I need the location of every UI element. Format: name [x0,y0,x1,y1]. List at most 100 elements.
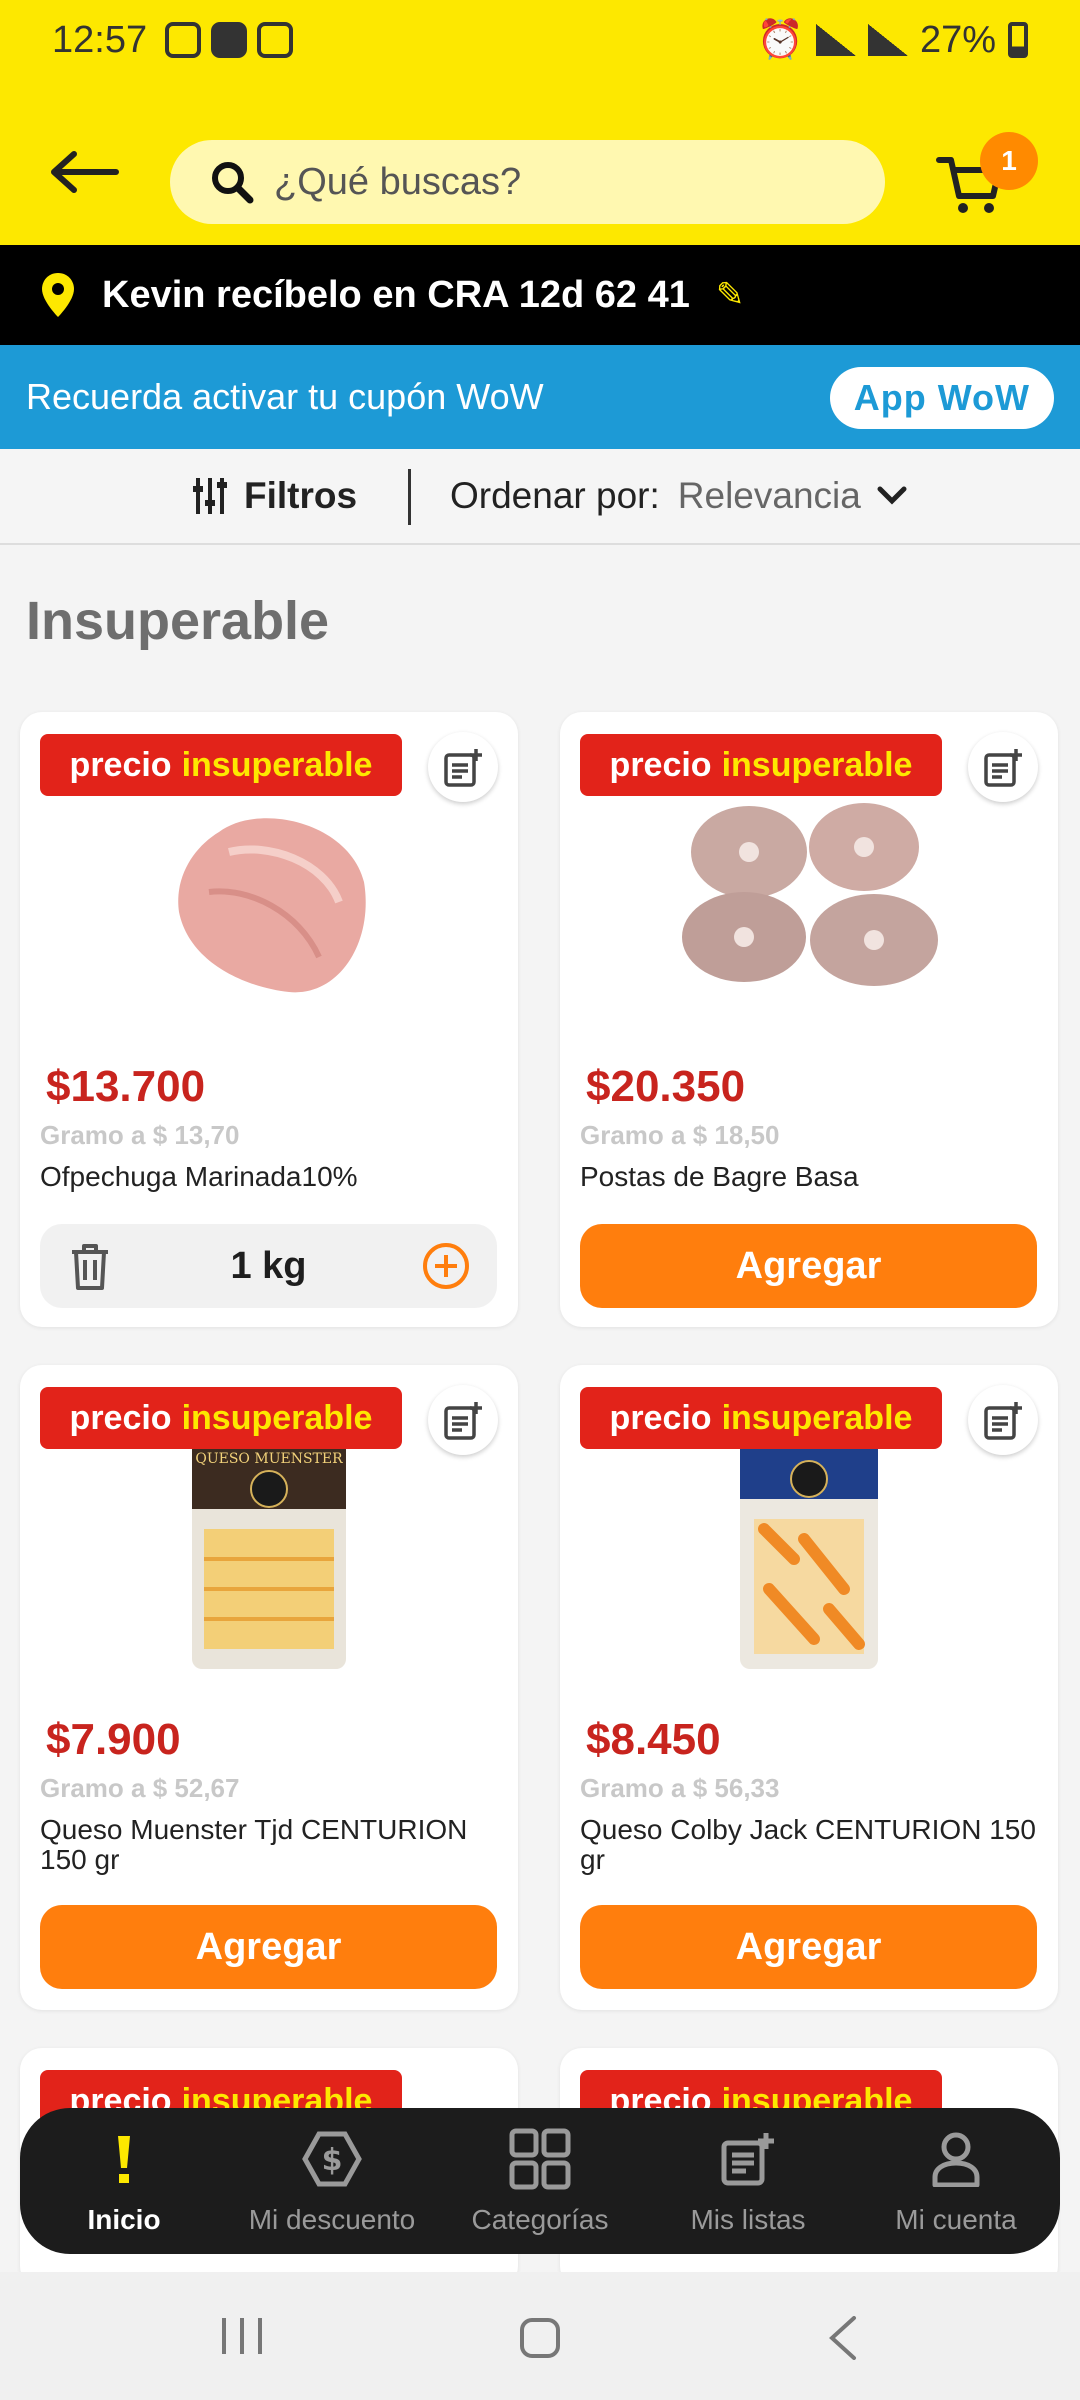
product-price: $13.700 [46,1062,206,1111]
app-wow-button[interactable]: App WoW [829,367,1054,429]
product-image-chicken-breast [178,818,366,993]
checkbox-notification-icon [257,22,294,58]
product-image-muenster-cheese: QUESO MUENSTER [192,1449,346,1669]
grid-icon [509,2128,571,2190]
product-name: Queso Muenster Tjd CENTURION 150 gr [40,1814,468,1875]
filter-divider [408,469,411,525]
unit-price: Gramo a $ 52,67 [40,1773,240,1803]
tag-word-2: insuperable [721,1398,913,1437]
product-image-colby-jack-cheese [740,1449,878,1669]
product-card[interactable]: precio insuperable $13.700 Gramo a $ 13,7… [20,712,518,1327]
battery-percent: 27% [919,18,996,61]
coupon-promo-bar: Recuerda activar tu cupón WoW App WoW [0,345,1080,449]
sort-dropdown[interactable]: Ordenar por: Relevancia [450,475,907,517]
list-add-icon [984,749,1022,787]
back-icon[interactable] [828,2316,858,2360]
product-name: Queso Colby Jack CENTURION 150 gr [580,1814,1036,1875]
product-price: $8.450 [586,1715,721,1764]
youtube-icon [211,22,248,58]
back-arrow-icon[interactable] [50,150,120,194]
product-price: $7.900 [46,1715,181,1764]
plus-circle-icon[interactable] [421,1241,471,1291]
discount-tag-icon: $ [299,2128,365,2190]
nav-mi-cuenta[interactable]: Mi cuenta [852,2108,1060,2254]
nav-categorias[interactable]: Categorías [436,2108,644,2254]
add-to-cart-button[interactable]: Agregar [580,1905,1037,1989]
section-title: Insuperable [26,591,330,651]
add-to-cart-button[interactable]: Agregar [580,1224,1037,1308]
nav-label: Inicio [87,2204,161,2235]
sort-label: Ordenar por: [450,475,660,516]
nav-mis-listas[interactable]: Mis listas [644,2108,852,2254]
unit-price: Gramo a $ 13,70 [40,1120,240,1150]
list-add-icon [720,2128,776,2190]
product-card[interactable]: precio insuperable $20.350 Gramo a $ 18,5… [560,712,1058,1327]
sort-value: Relevancia [677,475,861,516]
list-add-icon [984,1402,1022,1440]
quantity-stepper: 1 kg [40,1224,497,1308]
recent-apps-icon[interactable] [220,2316,264,2356]
bottom-navigation: Inicio $ Mi descuento Categorías Mis lis… [20,2108,1060,2254]
add-to-list-button[interactable] [428,732,498,802]
wifi-icon [815,24,856,56]
chevron-down-icon [877,486,907,505]
signal-icon [867,24,908,56]
tag-word-2: insuperable [721,745,913,784]
trash-icon[interactable] [68,1242,112,1292]
promo-text: Recuerda activar tu cupón WoW [26,376,544,417]
nav-label: Categorías [471,2204,609,2235]
tag-word-1: precio [609,745,712,784]
search-input[interactable]: ¿Qué buscas? [170,140,885,224]
product-name: Ofpechuga Marinada10% [40,1161,358,1192]
header: ¿Qué buscas? 1 [0,80,1080,245]
tag-word-1: precio [69,745,172,784]
add-to-cart-button[interactable]: Agregar [40,1905,497,1989]
unit-price: Gramo a $ 56,33 [580,1773,780,1803]
search-icon [212,162,254,204]
nav-mi-descuento[interactable]: $ Mi descuento [228,2108,436,2254]
system-navigation-bar [0,2272,1080,2400]
filters-label: Filtros [244,475,358,516]
product-price: $20.350 [586,1062,746,1111]
quantity-value: 1 kg [230,1244,307,1287]
exclamation-icon [114,2128,134,2190]
tag-word-1: precio [609,1398,712,1437]
edit-pencil-icon[interactable]: ✎ [716,275,745,315]
user-icon [931,2128,981,2190]
sliders-icon [193,478,227,514]
nav-label: Mi descuento [248,2204,416,2235]
product-image-fish-steaks [682,803,938,986]
tag-word-2: insuperable [181,745,373,784]
tag-word-2: insuperable [181,1398,373,1437]
price-tag-badge: precio insuperable [40,1387,402,1449]
filters-button[interactable]: Filtros [190,475,357,517]
list-add-icon [444,749,482,787]
tag-word-1: precio [69,1398,172,1437]
filter-bar: Filtros Ordenar por: Relevancia [0,449,1080,545]
delivery-address-text: Kevin recíbelo en CRA 12d 62 41 [102,273,690,316]
add-to-list-button[interactable] [968,732,1038,802]
home-icon[interactable] [518,2316,562,2360]
nav-label: Mi cuenta [895,2204,1017,2235]
delivery-address-bar[interactable]: Kevin recíbelo en CRA 12d 62 41 ✎ [0,245,1080,345]
price-tag-badge: precio insuperable [580,734,942,796]
status-bar: 12:57 ⏰ 27% [0,0,1080,80]
nav-label: Mis listas [690,2204,806,2235]
price-tag-badge: precio insuperable [40,734,402,796]
add-to-list-button[interactable] [968,1385,1038,1455]
product-name: Postas de Bagre Basa [580,1161,859,1192]
product-card[interactable]: precio insuperable QUESO MUENSTER $7.900 … [20,1365,518,2010]
search-placeholder: ¿Qué buscas? [274,160,522,203]
unit-price: Gramo a $ 18,50 [580,1120,780,1150]
nav-inicio[interactable]: Inicio [20,2108,228,2254]
battery-icon [1008,22,1028,58]
package-label: QUESO MUENSTER [195,1451,343,1467]
status-time: 12:57 [52,18,148,61]
add-to-list-button[interactable] [428,1385,498,1455]
alarm-icon: ⏰ [756,19,804,61]
product-card[interactable]: precio insuperable $8.450 Gramo a $ 56,33… [560,1365,1058,2010]
price-tag-badge: precio insuperable [580,1387,942,1449]
location-pin-icon [42,273,74,317]
svg-text:$: $ [322,2143,343,2178]
list-add-icon [444,1402,482,1440]
